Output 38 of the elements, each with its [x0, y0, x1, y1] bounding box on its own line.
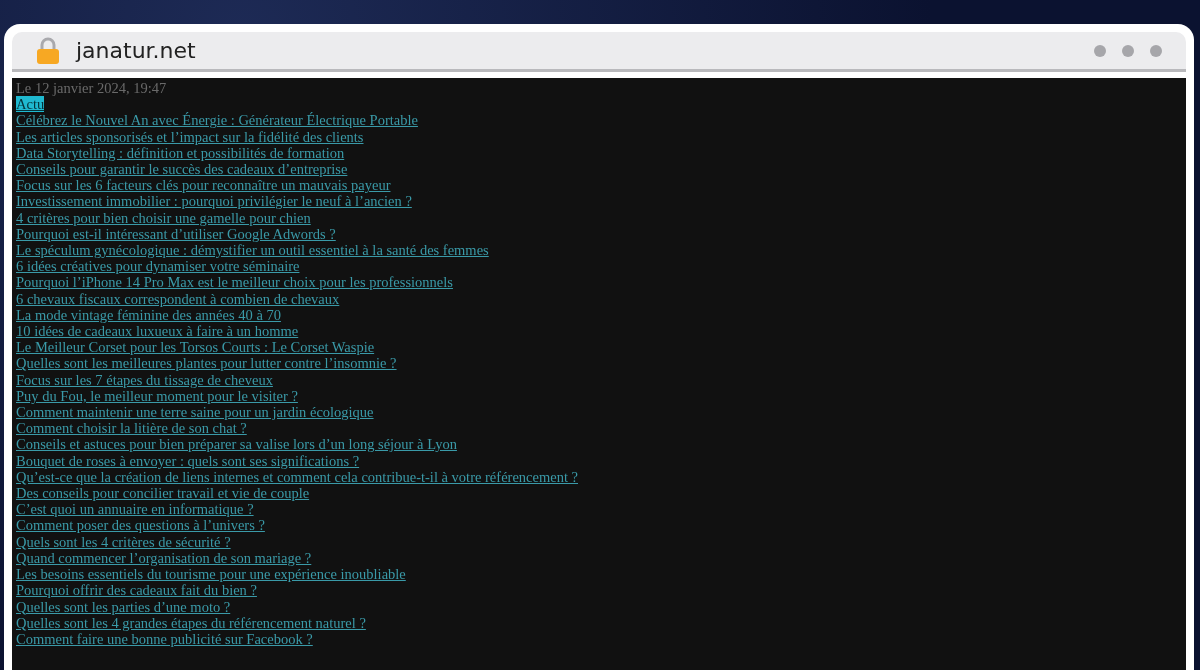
- article-link[interactable]: 4 critères pour bien choisir une gamelle pour chien: [16, 209, 311, 226]
- article-link[interactable]: Investissement immobilier : pourquoi privilégier le neuf à l’ancien ?: [16, 193, 412, 210]
- date-text: Le 12 janvier 2024, 19:47: [16, 80, 167, 96]
- article-link[interactable]: 6 chevaux fiscaux correspondent à combien de chevaux: [16, 290, 340, 307]
- article-link[interactable]: Qu’est-ce que la création de liens internes et comment cela contribue-t-il à votre référencement ?: [16, 468, 578, 485]
- window-dots-icon: [1094, 44, 1162, 57]
- article-link[interactable]: Quand commencer l’organisation de son mariage ?: [16, 549, 312, 566]
- article-link[interactable]: Les articles sponsorisés et l’impact sur la fidélité des clients: [16, 128, 364, 145]
- article-link[interactable]: Quels sont les 4 critères de sécurité ?: [16, 533, 231, 550]
- article-link[interactable]: Des conseils pour concilier travail et vie de couple: [16, 485, 310, 502]
- article-link[interactable]: Focus sur les 6 facteurs clés pour reconnaître un mauvais payeur: [16, 177, 391, 194]
- article-link[interactable]: Comment faire une bonne publicité sur Facebook ?: [16, 630, 313, 647]
- lock-icon: [36, 36, 60, 65]
- article-link[interactable]: Comment maintenir une terre saine pour un jardin écologique: [16, 404, 374, 421]
- article-link[interactable]: Célébrez le Nouvel An avec Énergie : Générateur Électrique Portable: [16, 112, 418, 129]
- article-link[interactable]: La mode vintage féminine des années 40 à 70: [16, 306, 281, 323]
- article-link[interactable]: Quelles sont les 4 grandes étapes du référencement naturel ?: [16, 614, 366, 631]
- article-link[interactable]: C’est quoi un annuaire en informatique ?: [16, 501, 254, 518]
- article-link[interactable]: Conseils pour garantir le succès des cadeaux d’entreprise: [16, 161, 348, 177]
- article-link[interactable]: Puy du Fou, le meilleur moment pour le visiter ?: [16, 387, 298, 404]
- article-link[interactable]: Bouquet de roses à envoyer : quels sont ses significations ?: [16, 452, 360, 469]
- article-link[interactable]: Pourquoi est-il intéressant d’utiliser Google Adwords ?: [16, 225, 336, 242]
- article-link[interactable]: Pourquoi offrir des cadeaux fait du bien ?: [16, 582, 257, 599]
- article-link[interactable]: Quelles sont les parties d’une moto ?: [16, 598, 231, 615]
- article-link[interactable]: Le Meilleur Corset pour les Torsos Courts : Le Corset Waspie: [16, 339, 375, 356]
- article-link[interactable]: Focus sur les 7 étapes du tissage de cheveux: [16, 371, 273, 388]
- article-link[interactable]: Les besoins essentiels du tourisme pour une expérience inoubliable: [16, 566, 406, 583]
- article-link[interactable]: Comment poser des questions à l’univers ?: [16, 517, 265, 534]
- category-tag[interactable]: Actu: [16, 96, 45, 113]
- article-link[interactable]: Pourquoi l’iPhone 14 Pro Max est le meilleur choix pour les professionnels: [16, 274, 453, 291]
- article-link[interactable]: Quelles sont les meilleures plantes pour lutter contre l’insomnie ?: [16, 355, 397, 372]
- article-link[interactable]: 10 idées de cadeaux luxueux à faire à un homme: [16, 323, 299, 340]
- article-link[interactable]: Conseils et astuces pour bien préparer sa valise lors d’un long séjour à Lyon: [16, 436, 457, 453]
- article-link[interactable]: Le spéculum gynécologique : démystifier un outil essentiel à la santé des femmes: [16, 242, 489, 259]
- article-link[interactable]: 6 idées créatives pour dynamiser votre séminaire: [16, 258, 300, 275]
- article-link[interactable]: Comment choisir la litière de son chat ?: [16, 420, 247, 437]
- article-link[interactable]: Data Storytelling : définition et possibilités de formation: [16, 144, 345, 161]
- url-text: janatur.net: [76, 37, 196, 65]
